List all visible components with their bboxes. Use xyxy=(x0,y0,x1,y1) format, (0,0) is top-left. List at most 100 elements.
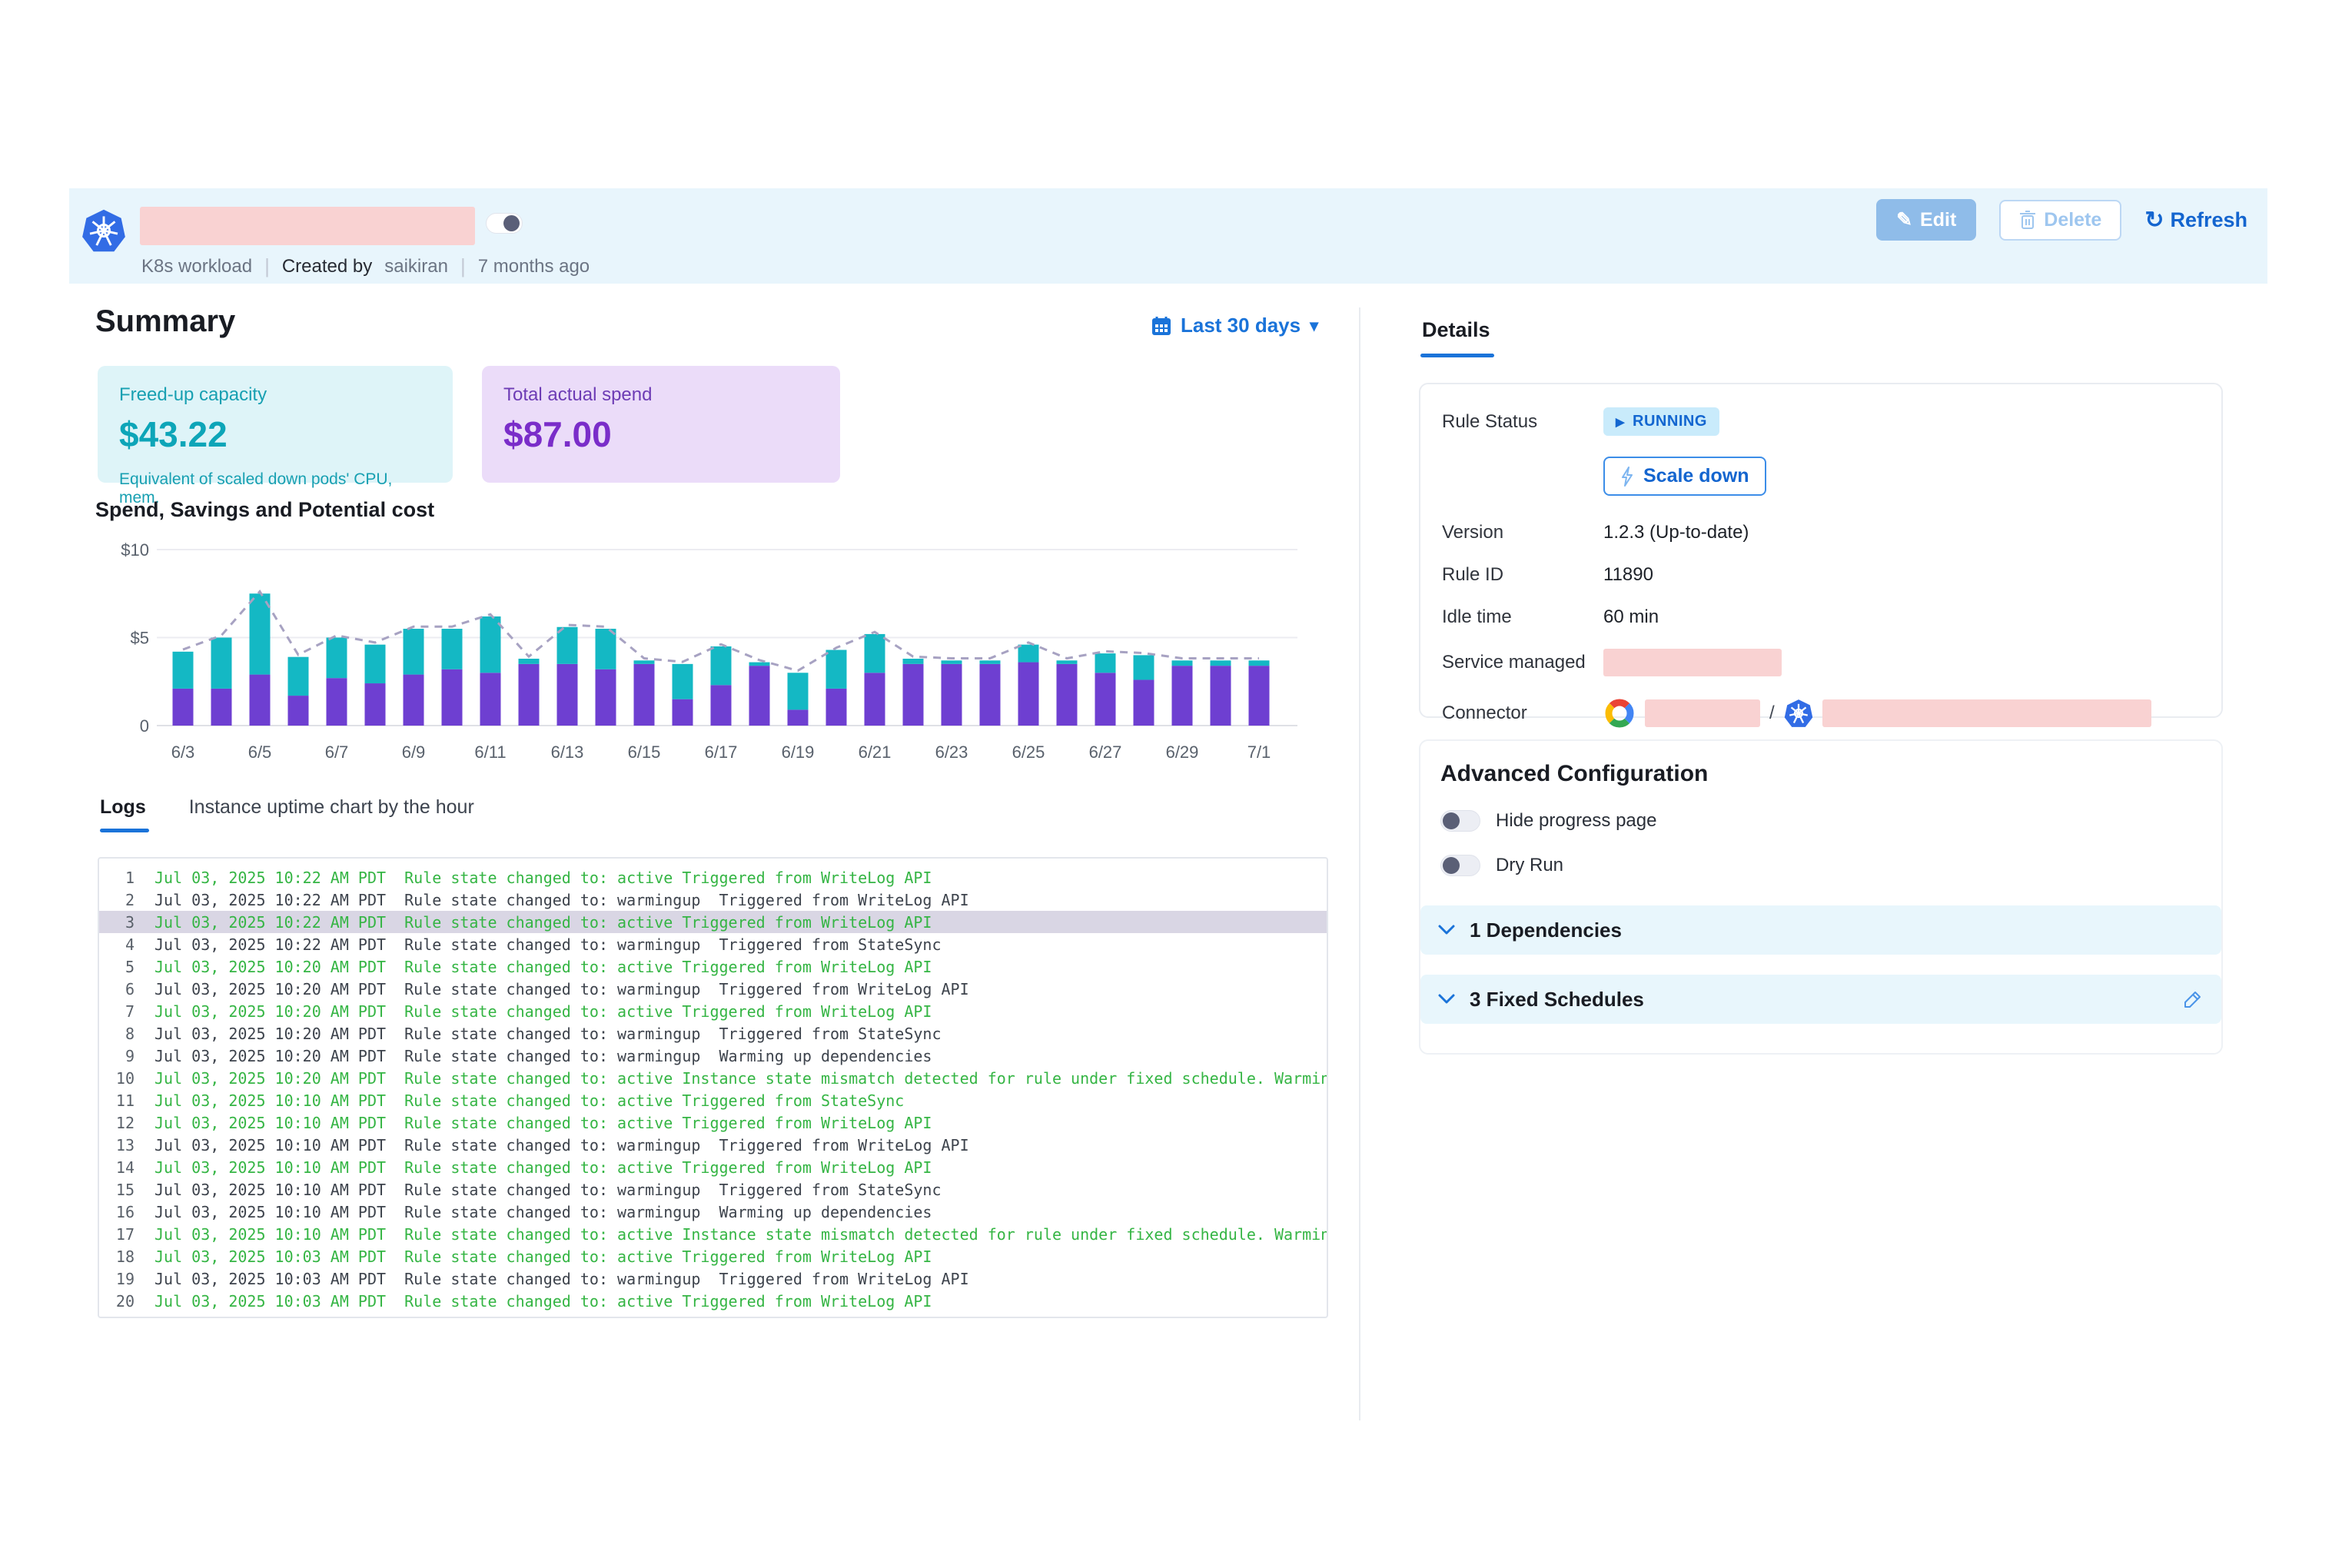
svg-text:6/3: 6/3 xyxy=(171,742,195,762)
log-row[interactable]: 11 Jul 03, 2025 10:10 AM PDT Rule state c… xyxy=(99,1089,1327,1111)
dry-run-label: Dry Run xyxy=(1496,855,1563,876)
bolt-icon xyxy=(1620,467,1634,487)
log-row[interactable]: 1Jul 03, 2025 10:22 AM PDT Rule state ch… xyxy=(99,866,1327,889)
log-message: Jul 03, 2025 10:03 AM PDT Rule state cha… xyxy=(154,1292,932,1311)
log-row[interactable]: 9Jul 03, 2025 10:20 AM PDT Rule state ch… xyxy=(99,1045,1327,1067)
workload-title-redacted xyxy=(140,207,475,245)
svg-text:6/23: 6/23 xyxy=(935,742,968,762)
log-row[interactable]: 14 Jul 03, 2025 10:10 AM PDT Rule state c… xyxy=(99,1156,1327,1178)
version-value: 1.2.3 (Up-to-date) xyxy=(1603,522,1749,543)
tab-uptime-chart[interactable]: Instance uptime chart by the hour xyxy=(189,796,474,819)
log-line-number: 7 xyxy=(99,1002,135,1021)
kubernetes-icon xyxy=(81,208,126,253)
card-value: $87.00 xyxy=(503,414,819,455)
workload-toggle[interactable] xyxy=(486,213,523,234)
refresh-button[interactable]: ↻ Refresh xyxy=(2144,207,2247,234)
log-line-number: 14 xyxy=(99,1158,135,1177)
rule-status-row: Rule Status ▶ RUNNING xyxy=(1442,407,2200,436)
log-row[interactable]: 15 Jul 03, 2025 10:10 AM PDT Rule state c… xyxy=(99,1178,1327,1201)
delete-button[interactable]: Delete xyxy=(1999,200,2121,241)
log-line-number: 19 xyxy=(99,1270,135,1288)
delete-button-label: Delete xyxy=(2044,209,2101,231)
separator: | xyxy=(264,254,270,278)
log-message: Jul 03, 2025 10:20 AM PDT Rule state cha… xyxy=(154,1002,932,1021)
log-message: Jul 03, 2025 10:22 AM PDT Rule state cha… xyxy=(154,935,942,954)
log-message: Jul 03, 2025 10:10 AM PDT Rule state cha… xyxy=(154,1181,942,1199)
log-message: Jul 03, 2025 10:20 AM PDT Rule state cha… xyxy=(154,1069,1328,1088)
log-row[interactable]: 6Jul 03, 2025 10:20 AM PDT Rule state ch… xyxy=(99,978,1327,1000)
log-row[interactable]: 3Jul 03, 2025 10:22 AM PDT Rule state ch… xyxy=(99,911,1327,933)
edit-button[interactable]: ✎ Edit xyxy=(1876,199,1976,241)
log-row[interactable]: 10 Jul 03, 2025 10:20 AM PDT Rule state c… xyxy=(99,1067,1327,1089)
log-row[interactable]: 13Jul 03, 2025 10:10 AM PDT Rule state c… xyxy=(99,1134,1327,1156)
log-row[interactable]: 7 Jul 03, 2025 10:20 AM PDT Rule state ch… xyxy=(99,1000,1327,1022)
svg-text:6/27: 6/27 xyxy=(1089,742,1122,762)
advanced-configuration-section: Advanced Configuration Hide progress pag… xyxy=(1419,739,2223,1055)
svg-text:6/17: 6/17 xyxy=(705,742,738,762)
rule-status-label: Rule Status xyxy=(1442,411,1603,433)
card-value: $43.22 xyxy=(119,414,431,455)
svg-text:6/13: 6/13 xyxy=(551,742,584,762)
hide-progress-toggle[interactable] xyxy=(1440,810,1480,832)
log-line-number: 4 xyxy=(99,935,135,954)
idle-time-row: Idle time 60 min xyxy=(1442,606,2200,628)
log-row[interactable]: 20 Jul 03, 2025 10:03 AM PDT Rule state c… xyxy=(99,1290,1327,1312)
version-row: Version 1.2.3 (Up-to-date) xyxy=(1442,522,2200,543)
pencil-icon: ✎ xyxy=(1896,208,1912,231)
rule-id-row: Rule ID 11890 xyxy=(1442,564,2200,586)
rule-id-label: Rule ID xyxy=(1442,564,1603,586)
connector-row: Connector / xyxy=(1442,697,2200,729)
svg-text:6/5: 6/5 xyxy=(248,742,272,762)
log-row[interactable]: 5Jul 03, 2025 10:20 AM PDT Rule state ch… xyxy=(99,955,1327,978)
log-message: Jul 03, 2025 10:22 AM PDT Rule state cha… xyxy=(154,891,969,909)
edit-pencil-icon[interactable] xyxy=(2183,989,2203,1009)
summary-title: Summary xyxy=(95,304,235,339)
log-row[interactable]: 17Jul 03, 2025 10:10 AM PDT Rule state c… xyxy=(99,1223,1327,1245)
svg-text:6/9: 6/9 xyxy=(402,742,426,762)
log-line-number: 20 xyxy=(99,1292,135,1311)
dependencies-expander[interactable]: 1 Dependencies xyxy=(1420,905,2221,955)
connector-label: Connector xyxy=(1442,703,1603,724)
tab-details[interactable]: Details xyxy=(1422,318,1490,342)
version-label: Version xyxy=(1442,522,1603,543)
log-message: Jul 03, 2025 10:10 AM PDT Rule state cha… xyxy=(154,1114,932,1132)
log-row[interactable]: 18Jul 03, 2025 10:03 AM PDT Rule state c… xyxy=(99,1245,1327,1267)
log-message: Jul 03, 2025 10:10 AM PDT Rule state cha… xyxy=(154,1158,932,1177)
log-row[interactable]: 8Jul 03, 2025 10:20 AM PDT Rule state ch… xyxy=(99,1022,1327,1045)
svg-text:6/15: 6/15 xyxy=(628,742,661,762)
fixed-schedules-expander[interactable]: 3 Fixed Schedules xyxy=(1420,975,2221,1024)
running-status-badge: ▶ RUNNING xyxy=(1603,407,1719,436)
workload-subtitle: K8s workload | Created by saikiran | 7 m… xyxy=(141,254,590,278)
log-row[interactable]: 19Jul 03, 2025 10:03 AM PDT Rule state c… xyxy=(99,1267,1327,1290)
log-row[interactable]: 4 Jul 03, 2025 10:22 AM PDT Rule state ch… xyxy=(99,933,1327,955)
trash-icon xyxy=(2019,210,2036,230)
dry-run-toggle[interactable] xyxy=(1440,855,1480,876)
left-tabs: Logs Instance uptime chart by the hour xyxy=(100,796,474,819)
calendar-icon xyxy=(1151,316,1171,336)
log-line-number: 6 xyxy=(99,980,135,998)
log-line-number: 15 xyxy=(99,1181,135,1199)
date-range-filter[interactable]: Last 30 days ▾ xyxy=(1151,314,1318,337)
log-line-number: 16 xyxy=(99,1203,135,1221)
log-line-number: 1 xyxy=(99,869,135,887)
scale-down-button[interactable]: Scale down xyxy=(1603,457,1766,496)
log-row[interactable]: 2Jul 03, 2025 10:22 AM PDT Rule state ch… xyxy=(99,889,1327,911)
log-message: Jul 03, 2025 10:10 AM PDT Rule state cha… xyxy=(154,1136,969,1154)
log-line-number: 3 xyxy=(99,913,135,932)
log-row[interactable]: 12Jul 03, 2025 10:10 AM PDT Rule state c… xyxy=(99,1111,1327,1134)
svg-text:6/11: 6/11 xyxy=(474,742,506,762)
log-line-number: 10 xyxy=(99,1069,135,1088)
tab-logs[interactable]: Logs xyxy=(100,796,146,819)
log-message: Jul 03, 2025 10:10 AM PDT Rule state cha… xyxy=(154,1091,904,1110)
column-divider xyxy=(1359,307,1360,1420)
log-message: Jul 03, 2025 10:03 AM PDT Rule state cha… xyxy=(154,1247,932,1266)
log-line-number: 11 xyxy=(99,1091,135,1110)
svg-text:6/19: 6/19 xyxy=(782,742,815,762)
log-row[interactable]: 16Jul 03, 2025 10:10 AM PDT Rule state c… xyxy=(99,1201,1327,1223)
total-actual-spend-card: Total actual spend $87.00 xyxy=(482,366,840,483)
toggle-knob xyxy=(1443,812,1460,829)
refresh-icon: ↻ xyxy=(2144,207,2164,234)
log-list[interactable]: 1 Jul 03, 2025 10:22 AM PDT Rule state ch… xyxy=(98,857,1328,1318)
service-managed-row: Service managed xyxy=(1442,649,2200,676)
workload-header: K8s workload | Created by saikiran | 7 m… xyxy=(69,188,2267,284)
